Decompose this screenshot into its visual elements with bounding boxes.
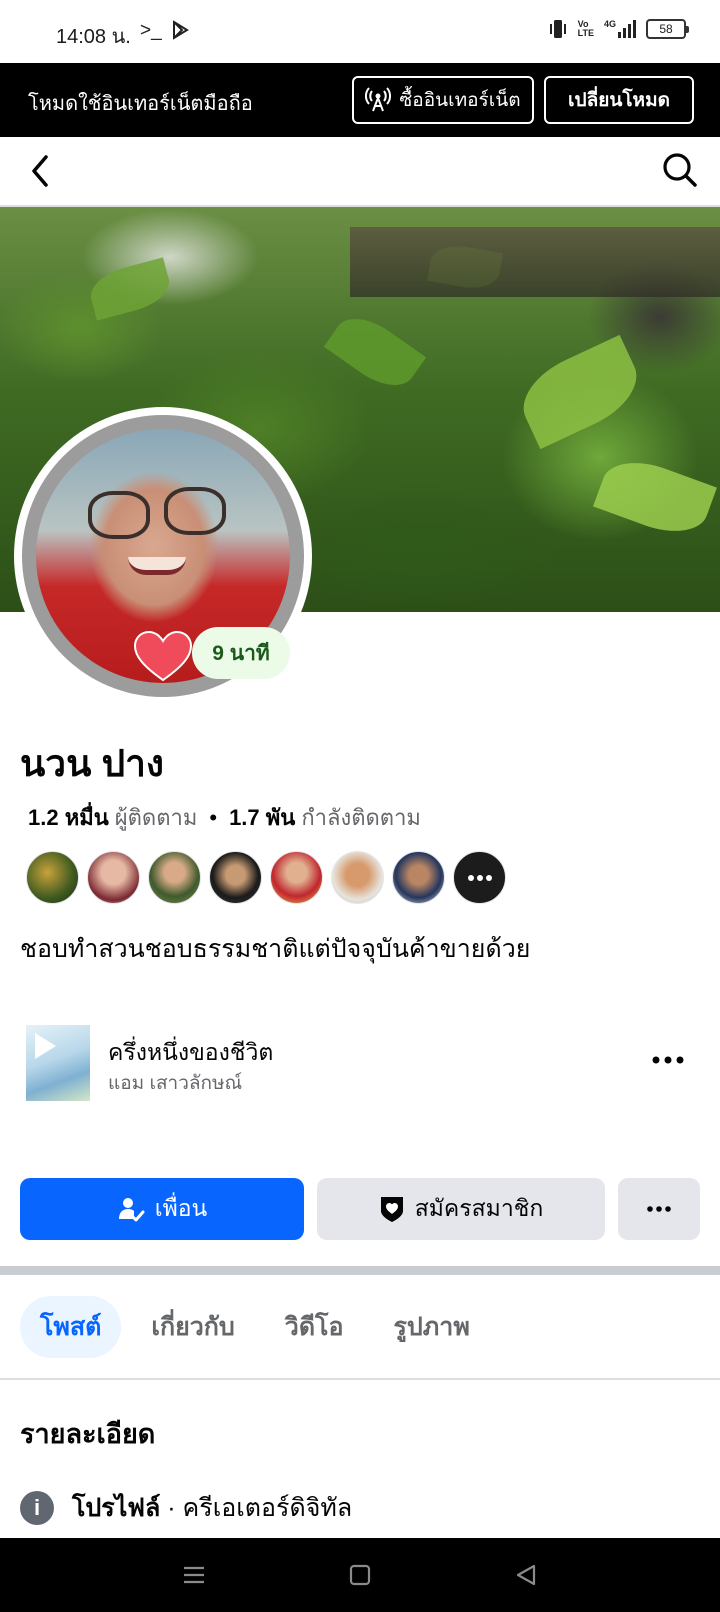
friends-button[interactable]: เพื่อน <box>20 1178 304 1240</box>
friend-avatar[interactable] <box>209 851 262 904</box>
subscribe-button-label: สมัครสมาชิก <box>414 1195 544 1221</box>
profile-name: นวน ปาง <box>20 743 164 784</box>
cover-leaf <box>510 334 650 450</box>
more-dots-icon <box>467 874 492 881</box>
play-store-icon <box>172 20 189 40</box>
profile-type-row: i โปรไฟล์ · ครีเอเตอร์ดิจิทัล <box>20 1488 352 1528</box>
music-title: ครึ่งหนึ่งของชีวิต <box>108 1039 274 1065</box>
search-icon[interactable] <box>660 150 700 190</box>
volte-icon: Vo LTE <box>577 19 594 38</box>
friend-avatar[interactable] <box>148 851 201 904</box>
mutual-friends-row <box>26 851 506 904</box>
separator-dot: • <box>209 804 218 830</box>
buy-internet-button[interactable]: ซื้ออินเทอร์เน็ต <box>352 76 534 124</box>
more-options-icon[interactable] <box>648 1045 688 1075</box>
friend-avatar[interactable] <box>392 851 445 904</box>
more-actions-button[interactable] <box>618 1178 700 1240</box>
section-divider <box>0 1266 720 1275</box>
back-nav-icon[interactable] <box>512 1562 540 1588</box>
heart-icon <box>133 630 193 682</box>
subscribe-button[interactable]: สมัครสมาชิก <box>317 1178 605 1240</box>
home-icon[interactable] <box>346 1562 374 1588</box>
cover-leaf <box>85 257 175 321</box>
tab-photos[interactable]: รูปภาพ <box>374 1296 490 1358</box>
vibrate-icon <box>549 20 566 38</box>
music-artist: แอม เสาวลักษณ์ <box>108 1073 243 1094</box>
avatar-smile <box>128 557 186 575</box>
follow-stats[interactable]: 1.2 หมื่น ผู้ติดตาม • 1.7 พัน กำลังติดตา… <box>28 800 421 835</box>
tab-about[interactable]: เกี่ยวกับ <box>131 1296 254 1358</box>
more-dots-icon <box>647 1206 671 1212</box>
top-navigation <box>0 137 720 207</box>
cover-leaf <box>323 305 427 399</box>
profile-bio: ชอบทำสวนชอบธรรมชาติแต่ปัจจุบันค้าขายด้วย <box>20 935 531 963</box>
play-icon <box>35 1033 56 1059</box>
shield-heart-icon <box>380 1197 403 1222</box>
tabs-divider <box>0 1378 720 1380</box>
mobile-data-banner: โหมดใช้อินเทอร์เน็ตมือถือ ซื้ออินเทอร์เน… <box>0 63 720 137</box>
friend-avatar[interactable] <box>87 851 140 904</box>
following-count: 1.7 พัน <box>229 805 296 830</box>
friend-avatar[interactable] <box>26 851 79 904</box>
info-icon: i <box>20 1491 54 1525</box>
profile-music[interactable]: ครึ่งหนึ่งของชีวิต แอม เสาวลักษณ์ <box>26 1025 696 1101</box>
terminal-icon: >_ <box>140 20 162 41</box>
broadcast-icon <box>365 87 392 112</box>
friend-avatar[interactable] <box>331 851 384 904</box>
buy-internet-label: ซื้ออินเทอร์เน็ต <box>399 90 521 111</box>
recent-apps-icon[interactable] <box>180 1562 208 1588</box>
story-time-badge[interactable]: 9 นาที <box>192 627 290 679</box>
profile-label: โปรไฟล์ <box>72 1494 161 1522</box>
music-cover <box>26 1025 90 1101</box>
more-friends-button[interactable] <box>453 851 506 904</box>
followers-label: ผู้ติดตาม <box>114 805 198 830</box>
avatar-glasses <box>164 487 226 535</box>
back-arrow-icon[interactable] <box>22 151 62 191</box>
friend-check-icon <box>118 1198 145 1222</box>
system-navigation-bar <box>0 1538 720 1612</box>
following-label: กำลังติดตาม <box>301 805 421 830</box>
profile-category: · ครีเอเตอร์ดิจิทัล <box>167 1494 353 1522</box>
switch-mode-button[interactable]: เปลี่ยนโหมด <box>544 76 694 124</box>
banner-text: โหมดใช้อินเทอร์เน็ตมือถือ <box>28 93 253 115</box>
followers-count: 1.2 หมื่น <box>28 805 109 830</box>
switch-mode-label: เปลี่ยนโหมด <box>568 90 670 111</box>
tab-posts[interactable]: โพสต์ <box>20 1296 122 1358</box>
network-type: 4G <box>603 19 616 29</box>
battery-icon: 58 <box>646 19 689 39</box>
avatar-glasses <box>88 491 150 539</box>
profile-tabs: โพสต์ เกี่ยวกับ วิดีโอ รูปภาพ <box>20 1296 500 1358</box>
friend-avatar[interactable] <box>270 851 323 904</box>
tab-videos[interactable]: วิดีโอ <box>265 1296 364 1358</box>
details-heading: รายละเอียด <box>20 1419 156 1449</box>
cover-leaf <box>593 449 717 545</box>
cover-roof <box>350 227 720 297</box>
friends-button-label: เพื่อน <box>154 1195 208 1221</box>
status-notification-icons: >_ <box>140 20 190 42</box>
status-right-icons: Vo LTE 4G 58 <box>548 18 689 40</box>
status-time: 14:08 น. <box>56 26 131 48</box>
signal-icon: 4G <box>604 20 636 38</box>
status-bar: 14:08 น. >_ Vo LTE 4G 58 <box>0 0 720 64</box>
